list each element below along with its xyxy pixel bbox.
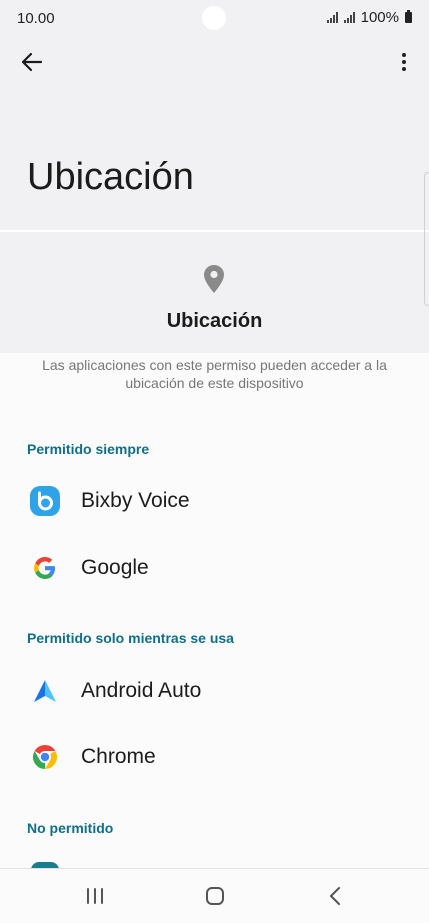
scrollbar[interactable] <box>424 172 429 306</box>
app-name: Bixby Voice <box>81 489 190 512</box>
app-item-google[interactable]: Google <box>0 537 429 599</box>
camera-cutout <box>202 6 226 30</box>
section-header: Permitido solo mientras se usa <box>27 630 234 646</box>
recents-button[interactable] <box>75 879 115 913</box>
app-name: Google <box>81 556 149 579</box>
app-item-android-auto[interactable]: Android Auto <box>0 660 429 722</box>
divider <box>0 230 429 232</box>
signal-icon <box>343 12 355 23</box>
battery-icon <box>405 10 412 23</box>
recents-icon <box>87 888 103 904</box>
google-icon <box>28 551 62 585</box>
app-item-chrome[interactable]: Chrome <box>0 726 429 788</box>
status-bar: 10.00 100% <box>0 0 429 38</box>
more-options-button[interactable] <box>392 48 416 76</box>
location-pin-icon <box>204 265 224 293</box>
back-nav-icon <box>330 887 340 905</box>
section-header: Permitido siempre <box>27 441 150 457</box>
signal-icon <box>326 12 338 23</box>
battery-percent: 100% <box>360 9 399 26</box>
arrow-left-icon <box>21 52 43 72</box>
status-time: 10.00 <box>17 10 55 27</box>
home-icon <box>206 887 224 905</box>
page-title: Ubicación <box>27 156 194 198</box>
app-item-bixby-voice[interactable]: Bixby Voice <box>0 470 429 532</box>
status-indicators: 100% <box>326 9 412 26</box>
app-name: Chrome <box>81 745 156 768</box>
android-auto-icon <box>28 674 62 708</box>
more-vert-icon <box>402 53 406 57</box>
back-button[interactable] <box>18 48 46 76</box>
bixby-voice-icon <box>28 484 62 518</box>
navigation-bar <box>0 868 429 923</box>
section-header: No permitido <box>27 820 114 836</box>
app-name: Android Auto <box>81 679 202 702</box>
chrome-icon <box>28 740 62 774</box>
permission-description: Las aplicaciones con este permiso pueden… <box>42 357 387 391</box>
permission-title: Ubicación <box>166 310 263 332</box>
nav-back-button[interactable] <box>315 879 355 913</box>
home-button[interactable] <box>195 879 235 913</box>
